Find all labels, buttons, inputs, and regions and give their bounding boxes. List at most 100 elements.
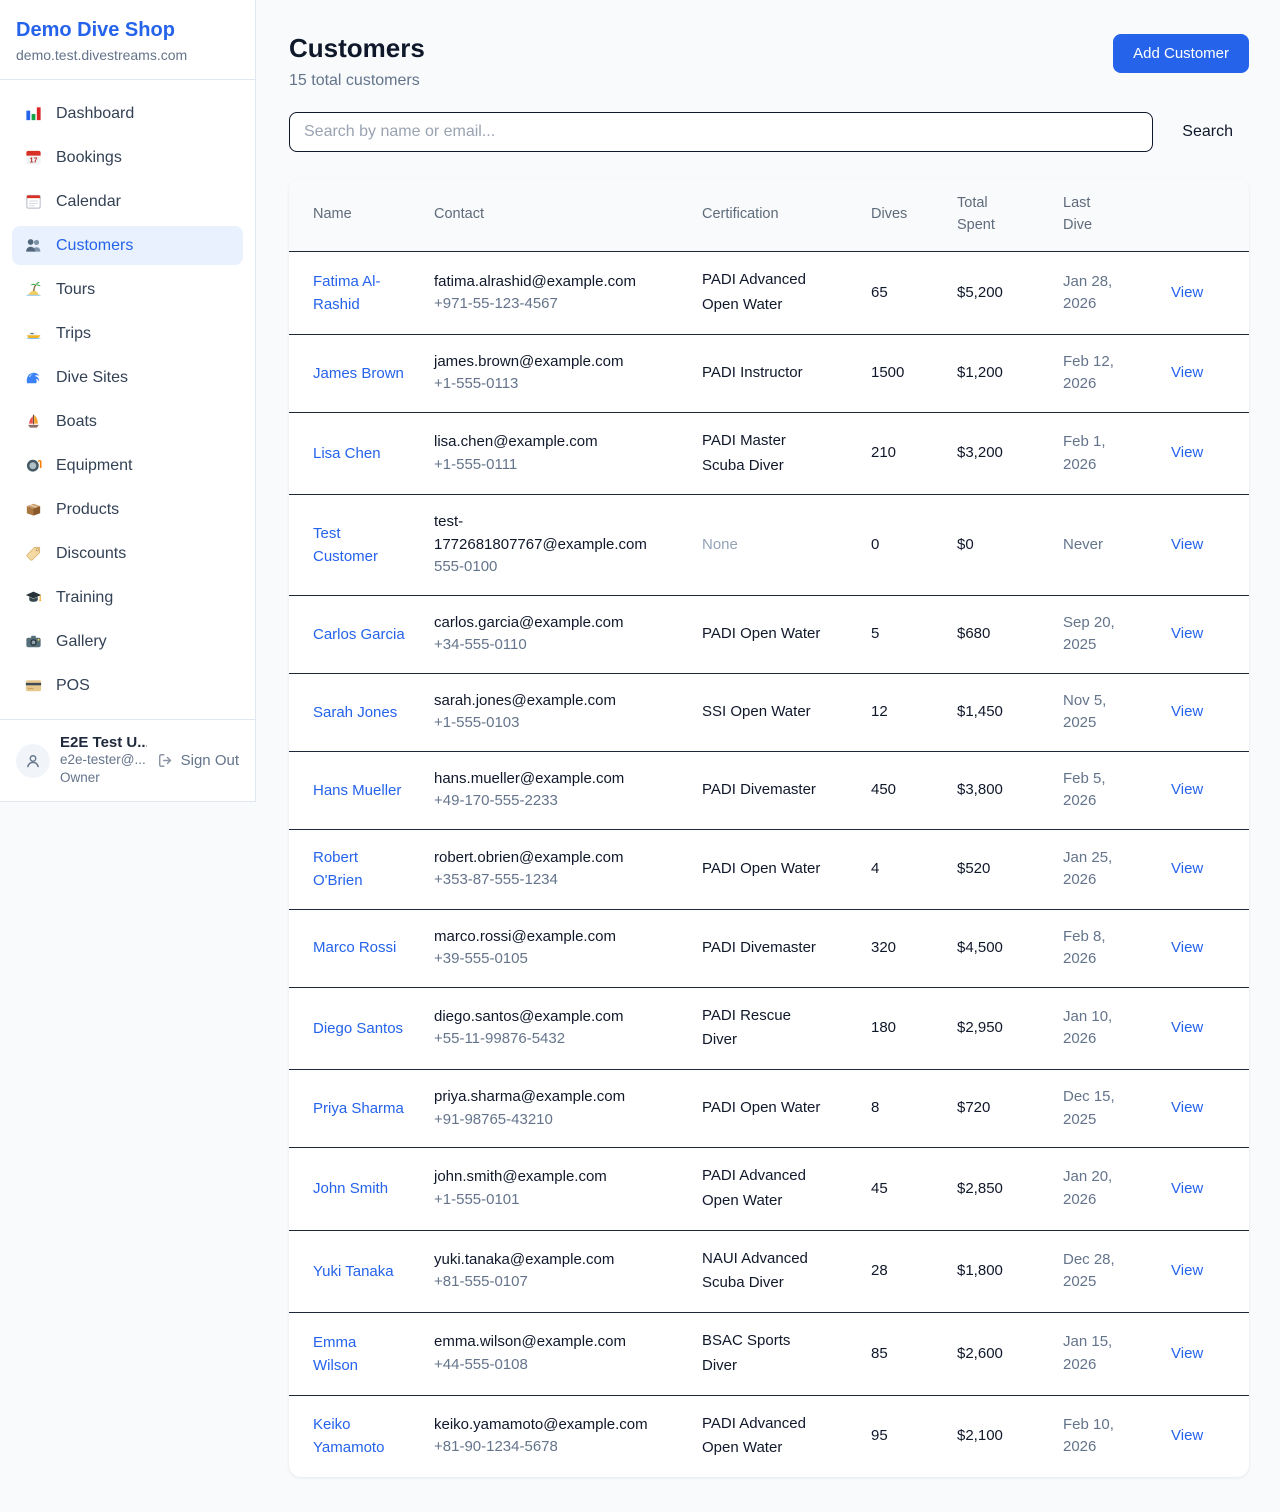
customer-last-dive: Jan 15, 2026 (1063, 1331, 1125, 1376)
sidebar-item-customers[interactable]: Customers (12, 226, 243, 265)
customer-total-spent: $1,450 (957, 673, 1063, 751)
column-header-dives: Dives (871, 178, 957, 252)
sign-out-label: Sign Out (181, 752, 239, 769)
view-link[interactable]: View (1171, 703, 1203, 720)
add-customer-button[interactable]: Add Customer (1113, 34, 1249, 73)
sailboat-icon (24, 412, 43, 431)
sidebar-header: Demo Dive Shop demo.test.divestreams.com (0, 0, 255, 80)
view-link[interactable]: View (1171, 1019, 1203, 1036)
customer-name-link[interactable]: Carlos Garcia (313, 623, 405, 646)
view-link[interactable]: View (1171, 781, 1203, 798)
sidebar-item-dive-sites[interactable]: Dive Sites (12, 358, 243, 397)
view-link[interactable]: View (1171, 1262, 1203, 1279)
view-link[interactable]: View (1171, 1099, 1203, 1116)
column-header-spent: Total Spent (957, 178, 1063, 252)
view-link[interactable]: View (1171, 939, 1203, 956)
customer-phone: +971-55-123-4567 (434, 293, 654, 316)
view-link[interactable]: View (1171, 536, 1203, 553)
view-link[interactable]: View (1171, 444, 1203, 461)
customer-total-spent: $5,200 (957, 252, 1063, 335)
customer-email: fatima.alrashid@example.com (434, 271, 654, 294)
sidebar-item-calendar[interactable]: Calendar (12, 182, 243, 221)
customer-certification: PADI Divemaster (702, 936, 824, 961)
customer-email: sarah.jones@example.com (434, 690, 654, 713)
customer-email: keiko.yamamoto@example.com (434, 1414, 654, 1437)
customer-table-body: Fatima Al-Rashid fatima.alrashid@example… (289, 252, 1249, 1477)
customer-phone: +44-555-0108 (434, 1354, 654, 1377)
sidebar-item-discounts[interactable]: Discounts (12, 534, 243, 573)
table-row: John Smith john.smith@example.com +1-555… (289, 1148, 1249, 1231)
customer-name-link[interactable]: Marco Rossi (313, 936, 396, 959)
customer-dives: 0 (871, 495, 957, 596)
table-row: Diego Santos diego.santos@example.com +5… (289, 987, 1249, 1070)
customer-name-link[interactable]: Keiko Yamamoto (313, 1413, 405, 1460)
view-link[interactable]: View (1171, 1180, 1203, 1197)
customer-last-dive: Sep 20, 2025 (1063, 612, 1125, 657)
customer-name-link[interactable]: Fatima Al-Rashid (313, 270, 405, 317)
view-link[interactable]: View (1171, 1345, 1203, 1362)
island-icon (24, 280, 43, 299)
customer-certification: PADI Rescue Diver (702, 1004, 824, 1054)
view-link[interactable]: View (1171, 625, 1203, 642)
view-link[interactable]: View (1171, 1427, 1203, 1444)
view-link[interactable]: View (1171, 284, 1203, 301)
sidebar: Demo Dive Shop demo.test.divestreams.com… (0, 0, 256, 802)
sidebar-item-gallery[interactable]: Gallery (12, 622, 243, 661)
customer-name-link[interactable]: Diego Santos (313, 1017, 403, 1040)
customer-name-link[interactable]: Hans Mueller (313, 779, 401, 802)
sidebar-item-tours[interactable]: Tours (12, 270, 243, 309)
customer-certification: PADI Open Water (702, 622, 824, 647)
sidebar-item-equipment[interactable]: Equipment (12, 446, 243, 485)
customer-name-link[interactable]: Sarah Jones (313, 701, 397, 724)
sidebar-item-bookings[interactable]: Bookings (12, 138, 243, 177)
customer-phone: +353-87-555-1234 (434, 869, 654, 892)
customer-dives: 95 (871, 1395, 957, 1477)
sidebar-item-boats[interactable]: Boats (12, 402, 243, 441)
customer-certification: PADI Advanced Open Water (702, 1412, 824, 1462)
customer-total-spent: $520 (957, 829, 1063, 909)
sidebar-item-pos[interactable]: POS (12, 666, 243, 705)
customer-name-link[interactable]: Emma Wilson (313, 1331, 405, 1378)
table-row: Lisa Chen lisa.chen@example.com +1-555-0… (289, 412, 1249, 495)
view-link[interactable]: View (1171, 860, 1203, 877)
main-content: Customers 15 total customers Add Custome… (256, 0, 1280, 1512)
customer-email: emma.wilson@example.com (434, 1331, 654, 1354)
customer-dives: 45 (871, 1148, 957, 1231)
customer-phone: +1-555-0111 (434, 454, 654, 477)
app: Demo Dive Shop demo.test.divestreams.com… (0, 0, 1280, 1512)
customer-dives: 450 (871, 751, 957, 829)
customer-phone: +34-555-0110 (434, 634, 654, 657)
customer-total-spent: $1,200 (957, 334, 1063, 412)
calendar-date-icon (24, 148, 43, 167)
customer-total-spent: $2,100 (957, 1395, 1063, 1477)
credit-card-icon (24, 676, 43, 695)
sidebar-item-training[interactable]: Training (12, 578, 243, 617)
search-input[interactable] (289, 112, 1153, 152)
sidebar-item-products[interactable]: Products (12, 490, 243, 529)
customer-name-link[interactable]: Lisa Chen (313, 442, 381, 465)
avatar (16, 744, 50, 778)
customer-certification: NAUI Advanced Scuba Diver (702, 1247, 824, 1297)
customer-total-spent: $3,200 (957, 412, 1063, 495)
customer-email: yuki.tanaka@example.com (434, 1249, 654, 1272)
customer-name-link[interactable]: Yuki Tanaka (313, 1260, 394, 1283)
customer-name-link[interactable]: Priya Sharma (313, 1097, 404, 1120)
view-link[interactable]: View (1171, 364, 1203, 381)
customer-name-link[interactable]: John Smith (313, 1177, 388, 1200)
customer-certification: PADI Open Water (702, 857, 824, 882)
table-row: Marco Rossi marco.rossi@example.com +39-… (289, 909, 1249, 987)
customer-name-link[interactable]: Test Customer (313, 522, 405, 569)
customer-name-link[interactable]: James Brown (313, 362, 404, 385)
search-button[interactable]: Search (1180, 119, 1235, 145)
customer-total-spent: $2,950 (957, 987, 1063, 1070)
search-row: Search (289, 112, 1249, 152)
customer-certification: SSI Open Water (702, 700, 824, 725)
table-row: Carlos Garcia carlos.garcia@example.com … (289, 595, 1249, 673)
sidebar-item-trips[interactable]: Trips (12, 314, 243, 353)
sidebar-item-dashboard[interactable]: Dashboard (12, 94, 243, 133)
customer-name-link[interactable]: Robert O'Brien (313, 846, 405, 893)
sign-out-button[interactable]: Sign Out (157, 752, 239, 769)
customer-last-dive: Jan 20, 2026 (1063, 1166, 1125, 1211)
customer-count: 15 total customers (289, 72, 425, 90)
customer-email: james.brown@example.com (434, 351, 654, 374)
